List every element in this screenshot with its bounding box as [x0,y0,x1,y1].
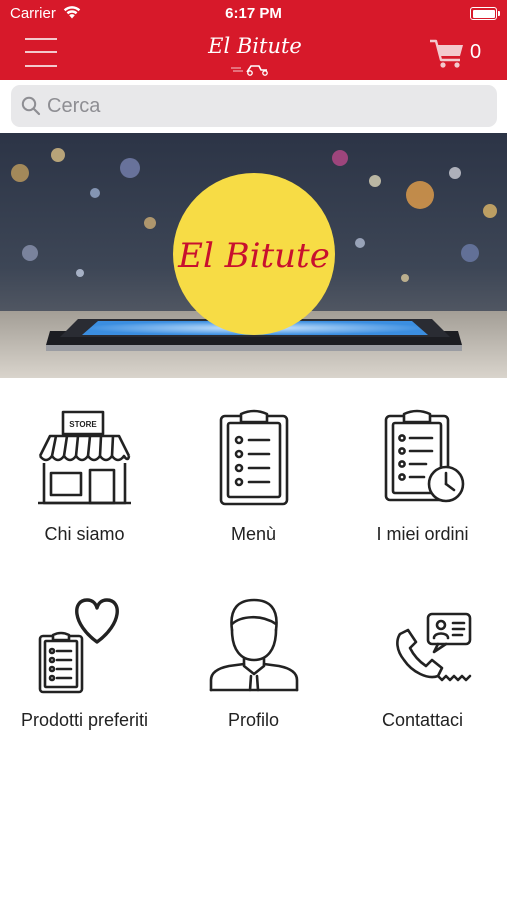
tile-menu[interactable]: Menù [169,400,338,575]
search-input[interactable] [47,85,487,127]
banner-logo-text: El Bitute [177,236,330,276]
scooter-icon [231,65,268,76]
clipboard-clock-icon [384,409,465,503]
brand-logo-text: El Bitute [208,34,302,58]
tile-chi-siamo[interactable]: STORE Chi siamo [0,400,169,575]
tile-i-miei-ordini[interactable]: I miei ordini [338,400,507,575]
store-icon: STORE [38,410,131,505]
search-field[interactable] [11,85,497,127]
battery-icon [470,7,500,20]
tile-label: Menù [230,524,277,544]
clipboard-heart-icon [38,598,119,694]
tile-profilo[interactable]: Profilo [169,588,338,763]
hero-banner: El Bitute [0,133,507,378]
tile-label: Prodotti preferiti [20,710,149,730]
tile-label: Chi siamo [44,524,125,544]
search-icon [21,96,41,116]
tile-label: I miei ordini [376,524,469,544]
tile-contattaci[interactable]: Contattaci [338,588,507,763]
tile-prodotti-preferiti[interactable]: Prodotti preferiti [0,588,169,763]
status-bar: Carrier 6:17 PM [0,0,507,28]
clipboard-checklist-icon [219,409,289,506]
hamburger-menu-icon[interactable] [25,36,57,70]
cart-count-badge: 0 [470,41,482,63]
store-sign-text: STORE [69,420,97,429]
brand-logo: El Bitute [205,32,305,76]
tile-label: Profilo [227,710,280,730]
banner-image: El Bitute [0,133,507,378]
phone-contact-icon [396,612,472,682]
tile-label: Contattaci [381,710,464,730]
search-bar [0,80,507,132]
nav-bar: El Bitute 0 [0,28,507,80]
cart-icon[interactable] [428,36,466,70]
clock: 6:17 PM [225,5,282,22]
user-profile-icon [209,598,299,692]
